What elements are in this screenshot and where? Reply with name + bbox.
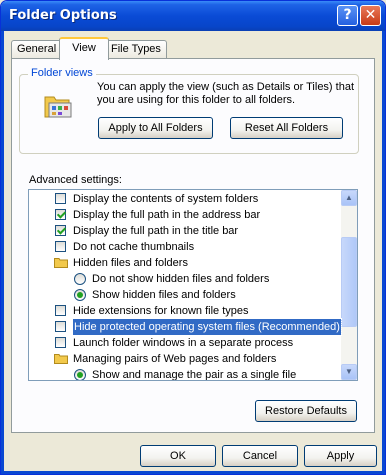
checkbox[interactable] bbox=[55, 225, 66, 236]
checkbox[interactable] bbox=[55, 209, 66, 220]
tab-general[interactable]: General bbox=[11, 40, 63, 58]
list-item[interactable]: Show hidden files and folders bbox=[29, 287, 341, 303]
list-item[interactable]: Hidden files and folders bbox=[29, 255, 341, 271]
list-item-label: Display the full path in the title bar bbox=[73, 225, 239, 237]
list-item-label: Managing pairs of Web pages and folders bbox=[73, 353, 277, 365]
checkbox[interactable] bbox=[55, 193, 66, 204]
vertical-scrollbar[interactable]: ▲ ▼ bbox=[341, 190, 357, 380]
list-item[interactable]: Show and manage the pair as a single fil… bbox=[29, 367, 341, 381]
scroll-up-button[interactable]: ▲ bbox=[341, 190, 357, 206]
checkbox[interactable] bbox=[55, 337, 66, 348]
list-item-label: Do not cache thumbnails bbox=[73, 241, 195, 253]
help-button[interactable]: ? bbox=[337, 5, 358, 26]
cancel-button[interactable]: Cancel bbox=[222, 445, 298, 467]
apply-to-all-folders-button[interactable]: Apply to All Folders bbox=[98, 117, 213, 139]
list-item[interactable]: Managing pairs of Web pages and folders bbox=[29, 351, 341, 367]
list-item-label: Hide extensions for known file types bbox=[73, 305, 249, 317]
list-item-label: Hide protected operating system files (R… bbox=[72, 318, 342, 336]
window-border-bottom bbox=[1, 471, 385, 474]
folder-views-label: Folder views bbox=[28, 67, 96, 79]
list-item[interactable]: Display the contents of system folders bbox=[29, 191, 341, 207]
list-item[interactable]: Display the full path in the title bar bbox=[29, 223, 341, 239]
folder-icon bbox=[54, 354, 68, 364]
scroll-thumb[interactable] bbox=[341, 237, 357, 327]
reset-all-folders-button[interactable]: Reset All Folders bbox=[230, 117, 343, 139]
question-icon: ? bbox=[343, 7, 352, 23]
list-item-label: Show and manage the pair as a single fil… bbox=[92, 369, 297, 381]
radio-button[interactable] bbox=[74, 369, 86, 380]
list-item-label: Hidden files and folders bbox=[73, 257, 188, 269]
list-item[interactable]: Display the full path in the address bar bbox=[29, 207, 341, 223]
advanced-settings-list[interactable]: ▲ ▼ Display the contents of system folde… bbox=[28, 189, 358, 381]
checkbox[interactable] bbox=[55, 241, 66, 252]
list-item[interactable]: Do not cache thumbnails bbox=[29, 239, 341, 255]
close-icon: ✕ bbox=[364, 7, 377, 23]
list-item-label: Launch folder windows in a separate proc… bbox=[73, 337, 294, 349]
tab-file-types[interactable]: File Types bbox=[105, 40, 167, 58]
chevron-up-icon: ▲ bbox=[345, 193, 353, 202]
list-item[interactable]: Hide protected operating system files (R… bbox=[29, 318, 342, 336]
list-item-label: Display the contents of system folders bbox=[73, 193, 259, 205]
window-border-left bbox=[1, 31, 4, 474]
list-item[interactable]: Launch folder windows in a separate proc… bbox=[29, 335, 341, 351]
restore-defaults-button[interactable]: Restore Defaults bbox=[255, 400, 357, 422]
checkbox[interactable] bbox=[55, 321, 66, 332]
list-item-label: Display the full path in the address bar bbox=[73, 209, 261, 221]
list-item-label: Do not show hidden files and folders bbox=[92, 273, 270, 285]
folder-options-window: Folder Options ? ✕ General View File Typ… bbox=[0, 0, 386, 475]
list-item[interactable]: Hide extensions for known file types bbox=[29, 303, 341, 319]
radio-button[interactable] bbox=[74, 289, 86, 301]
radio-button[interactable] bbox=[74, 273, 86, 285]
tab-view[interactable]: View bbox=[59, 37, 109, 60]
window-border-right bbox=[382, 31, 385, 474]
close-button[interactable]: ✕ bbox=[360, 5, 381, 26]
title-bar[interactable]: Folder Options ? ✕ bbox=[1, 1, 385, 31]
window-title: Folder Options bbox=[9, 8, 117, 23]
folder-views-description: You can apply the view (such as Details … bbox=[97, 81, 355, 106]
chevron-down-icon: ▼ bbox=[345, 367, 353, 376]
advanced-settings-label: Advanced settings: bbox=[29, 174, 122, 186]
list-item[interactable]: Do not show hidden files and folders bbox=[29, 271, 341, 287]
checkbox[interactable] bbox=[55, 305, 66, 316]
apply-button[interactable]: Apply bbox=[304, 445, 377, 467]
folder-views-icon bbox=[44, 96, 72, 118]
scroll-down-button[interactable]: ▼ bbox=[341, 364, 357, 380]
ok-button[interactable]: OK bbox=[140, 445, 216, 467]
folder-icon bbox=[54, 258, 68, 268]
list-item-label: Show hidden files and folders bbox=[92, 289, 236, 301]
